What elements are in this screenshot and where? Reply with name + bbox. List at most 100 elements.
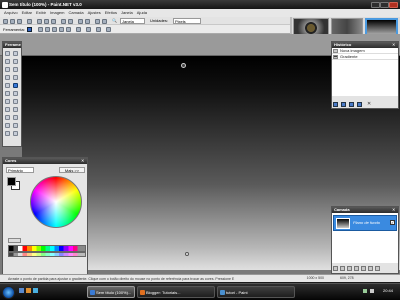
tray-network-icon[interactable]: [363, 289, 367, 293]
gradient-start-handle[interactable]: [181, 63, 186, 68]
add-layer-icon[interactable]: [333, 266, 338, 271]
primary-color-swatch[interactable]: [7, 177, 16, 186]
current-tool-gradient-icon[interactable]: [27, 27, 32, 32]
menu-arquivo[interactable]: Arquivo: [4, 9, 18, 17]
merge-layer-icon[interactable]: [354, 266, 359, 271]
zoom-tool-icon[interactable]: [13, 67, 18, 72]
fast-forward-icon[interactable]: [357, 102, 362, 107]
rulers-icon[interactable]: [102, 18, 107, 24]
taskbar-task-paintnet[interactable]: Sem título (100%)...: [87, 286, 135, 298]
redo-history-icon[interactable]: [349, 102, 354, 107]
units-select[interactable]: Pixels: [173, 18, 201, 24]
undo-icon[interactable]: [78, 18, 83, 24]
maximize-icon[interactable]: [380, 1, 389, 8]
freeform-shape-icon[interactable]: [13, 131, 18, 136]
quicklaunch-firefox-icon[interactable]: [26, 288, 31, 293]
menu-janela[interactable]: Janela: [121, 9, 133, 17]
layer-row-background[interactable]: Plano de fundo ✓: [333, 215, 397, 231]
conical-gradient-icon[interactable]: [66, 27, 71, 32]
blogger-task-icon: [140, 290, 145, 295]
color-mode-icon[interactable]: [76, 27, 81, 32]
print-icon[interactable]: [27, 18, 32, 24]
cut-icon[interactable]: [37, 18, 42, 24]
taskbar-task-blogger[interactable]: Blogger: Tutoriais...: [137, 286, 215, 298]
text-tool-icon[interactable]: [5, 115, 10, 120]
copy-icon[interactable]: [44, 18, 49, 24]
radial-gradient-icon[interactable]: [59, 27, 64, 32]
menu-camada[interactable]: Camada: [68, 9, 83, 17]
paint-bucket-icon[interactable]: [5, 83, 10, 88]
transparency-mode-icon[interactable]: [86, 27, 91, 32]
grid-icon[interactable]: [95, 18, 100, 24]
tray-volume-icon[interactable]: [370, 289, 374, 293]
gradient-end-handle[interactable]: [185, 252, 189, 256]
more-colors-button[interactable]: Mais >>: [59, 167, 85, 173]
paintnet-app-icon: [2, 1, 8, 8]
magic-wand-icon[interactable]: [5, 75, 10, 80]
move-layer-down-icon[interactable]: [368, 266, 373, 271]
pencil-icon[interactable]: [5, 99, 10, 104]
duplicate-layer-icon[interactable]: [347, 266, 352, 271]
color-picker-icon[interactable]: [13, 99, 18, 104]
menu-efeitos[interactable]: Efeitos: [105, 9, 117, 17]
paint-task-icon: [220, 290, 225, 295]
rewind-icon[interactable]: [333, 102, 338, 107]
linear-gradient-icon[interactable]: [38, 27, 43, 32]
gradient-tool-icon[interactable]: [13, 83, 18, 88]
rectangle-tool-icon[interactable]: [5, 123, 10, 128]
antialias-icon[interactable]: [96, 27, 101, 32]
undo-history-icon[interactable]: [341, 102, 346, 107]
diamond-gradient-icon[interactable]: [52, 27, 57, 32]
clock: 20:44: [383, 288, 394, 293]
menu-editar[interactable]: Editar: [22, 9, 32, 17]
close-icon[interactable]: [389, 1, 398, 8]
line-tool-icon[interactable]: [13, 115, 18, 120]
taskbar-task-paint[interactable]: tutori - Paint: [217, 286, 295, 298]
delete-layer-icon[interactable]: [340, 266, 345, 271]
start-button[interactable]: [2, 286, 15, 299]
recolor-icon[interactable]: [13, 107, 18, 112]
quicklaunch-desktop-icon[interactable]: [19, 288, 24, 293]
color-wheel[interactable]: [30, 176, 82, 228]
menu-exibir[interactable]: Exibir: [36, 9, 46, 17]
paste-icon[interactable]: [51, 18, 56, 24]
layer-visibility-checkbox[interactable]: ✓: [390, 220, 395, 225]
redo-icon[interactable]: [85, 18, 90, 24]
new-file-icon[interactable]: [3, 18, 8, 24]
colors-close-icon[interactable]: ✕: [81, 158, 87, 164]
linear-reflected-gradient-icon[interactable]: [45, 27, 50, 32]
deselect-icon[interactable]: [68, 18, 73, 24]
delete-history-icon[interactable]: ✕: [367, 101, 371, 107]
paintbrush-icon[interactable]: [5, 91, 10, 96]
move-layer-up-icon[interactable]: [361, 266, 366, 271]
menu-imagem[interactable]: Imagem: [50, 9, 64, 17]
color-palette[interactable]: [8, 245, 86, 252]
menu-ajustes[interactable]: Ajustes: [88, 9, 101, 17]
history-panel: Histórico ✕ Nova imagem Gradiente ✕: [331, 41, 399, 109]
move-selection-icon[interactable]: [13, 51, 18, 56]
palette-menu-icon[interactable]: [8, 238, 21, 243]
minimize-icon[interactable]: [371, 1, 380, 8]
blend-mode-icon[interactable]: [106, 27, 111, 32]
pan-tool-icon[interactable]: [13, 75, 18, 80]
lasso-select-icon[interactable]: [5, 59, 10, 64]
layer-properties-icon[interactable]: [375, 266, 380, 271]
open-file-icon[interactable]: [10, 18, 15, 24]
eraser-icon[interactable]: [13, 91, 18, 96]
rectangle-select-icon[interactable]: [5, 51, 10, 56]
menu-ajuda[interactable]: Ajuda: [137, 9, 147, 17]
zoom-label: 🔍: [112, 18, 117, 23]
layer-thumbnail: [336, 218, 350, 229]
color-mode-select[interactable]: Primário: [6, 167, 34, 173]
color-palette-light[interactable]: [8, 252, 86, 257]
ellipse-tool-icon[interactable]: [5, 131, 10, 136]
move-selected-icon[interactable]: [13, 59, 18, 64]
quicklaunch-ie-icon[interactable]: [33, 288, 38, 293]
zoom-select[interactable]: Janela: [120, 18, 145, 24]
save-icon[interactable]: [17, 18, 22, 24]
crop-icon[interactable]: [61, 18, 66, 24]
rounded-rectangle-icon[interactable]: [13, 123, 18, 128]
ellipse-select-icon[interactable]: [5, 67, 10, 72]
clone-stamp-icon[interactable]: [5, 107, 10, 112]
history-item[interactable]: Gradiente: [332, 54, 398, 60]
